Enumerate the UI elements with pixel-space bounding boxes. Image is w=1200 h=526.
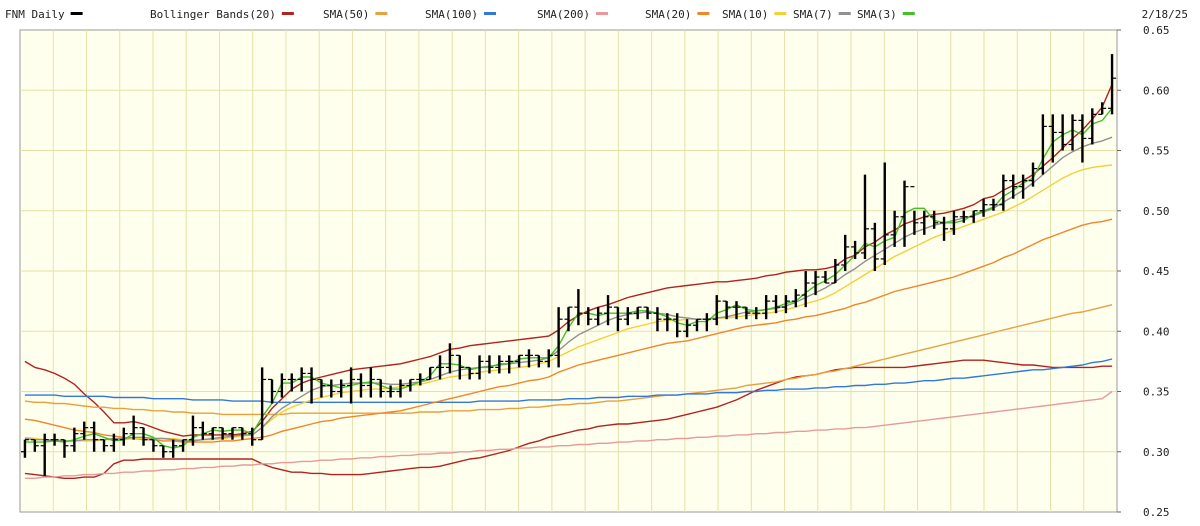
legend-label: SMA(10) bbox=[722, 8, 768, 21]
legend-swatch bbox=[375, 12, 388, 15]
y-tick-label: 0.55 bbox=[1143, 145, 1170, 158]
y-tick-label: 0.30 bbox=[1143, 446, 1170, 459]
legend-swatch bbox=[483, 12, 496, 15]
legend-item: SMA(200) bbox=[537, 8, 608, 21]
legend-item: SMA(7) bbox=[793, 8, 851, 21]
legend-label: SMA(7) bbox=[793, 8, 833, 21]
y-tick-label: 0.60 bbox=[1143, 84, 1170, 97]
y-tick-label: 0.50 bbox=[1143, 205, 1170, 218]
legend-label: FNM Daily bbox=[5, 8, 65, 21]
legend-label: SMA(20) bbox=[645, 8, 691, 21]
legend-label: SMA(100) bbox=[425, 8, 478, 21]
legend-swatch bbox=[70, 12, 83, 15]
legend-swatch bbox=[595, 12, 608, 15]
y-tick-label: 0.40 bbox=[1143, 325, 1170, 338]
legend-label: SMA(50) bbox=[323, 8, 369, 21]
legend-item: SMA(50) bbox=[323, 8, 388, 21]
y-axis: 0.25 0.30 0.35 0.40 0.45 0.50 0.55 0.60 0.65 bbox=[1117, 24, 1170, 519]
legend-item: SMA(10) bbox=[722, 8, 787, 21]
y-tick-label: 0.45 bbox=[1143, 265, 1170, 278]
legend-swatch bbox=[838, 12, 851, 15]
legend-label: SMA(200) bbox=[537, 8, 590, 21]
y-tick-label: 0.35 bbox=[1143, 386, 1170, 399]
date-label: 2/18/25 bbox=[1142, 8, 1188, 21]
stock-chart: FNM Daily Bollinger Bands(20) SMA(50) SMA(1… bbox=[5, 8, 1188, 519]
legend-swatch bbox=[281, 12, 294, 15]
legend-swatch bbox=[902, 12, 915, 15]
legend-item: SMA(100) bbox=[425, 8, 496, 21]
legend-label: SMA(3) bbox=[857, 8, 897, 21]
legend-swatch bbox=[697, 12, 710, 15]
y-tick-label: 0.65 bbox=[1143, 24, 1170, 37]
legend-item: SMA(3) bbox=[857, 8, 915, 21]
legend-swatch bbox=[774, 12, 787, 15]
legend: FNM Daily Bollinger Bands(20) SMA(50) SMA(1… bbox=[5, 8, 915, 21]
legend-item: FNM Daily bbox=[5, 8, 83, 21]
legend-item: Bollinger Bands(20) bbox=[150, 8, 294, 21]
legend-item: SMA(20) bbox=[645, 8, 710, 21]
legend-label: Bollinger Bands(20) bbox=[150, 8, 276, 21]
y-tick-label: 0.25 bbox=[1143, 506, 1170, 519]
